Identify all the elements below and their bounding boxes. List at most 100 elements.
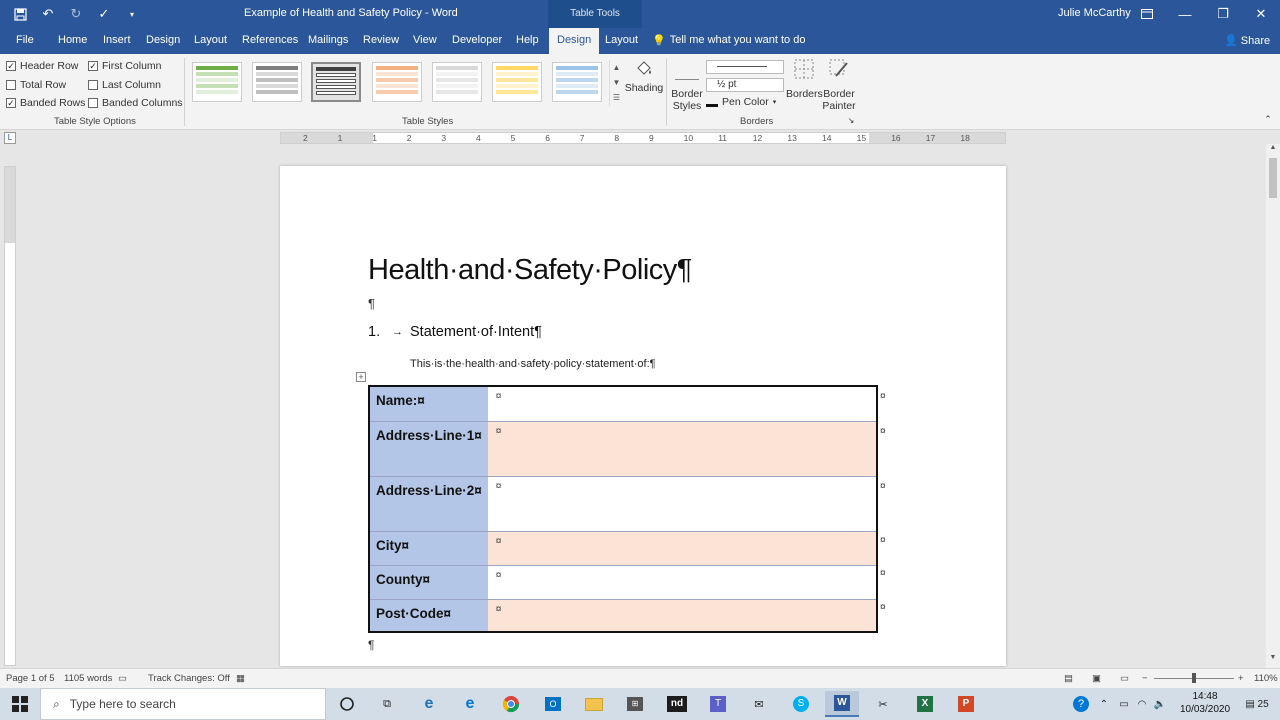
collapse-ribbon-icon[interactable]: ⌃ — [1262, 114, 1274, 125]
table-style-grid-selected[interactable] — [311, 62, 361, 102]
tab-layout[interactable]: Layout — [194, 28, 227, 54]
chevron-down-icon[interactable]: ▼ — [610, 75, 623, 90]
table-style-yellow[interactable] — [492, 62, 542, 102]
table-style-blue[interactable] — [552, 62, 602, 102]
web-layout-icon[interactable]: ▭ — [1120, 673, 1129, 684]
table-style-grid-gray[interactable] — [252, 62, 302, 102]
gallery-more-icon[interactable]: ☰ — [610, 90, 623, 105]
tab-table-layout[interactable]: Layout — [605, 28, 638, 54]
wifi-icon[interactable]: ◠ — [1134, 688, 1150, 720]
page-count[interactable]: Page 1 of 5 — [6, 673, 55, 684]
proofing-icon[interactable]: ▭ — [118, 673, 127, 684]
statement-paragraph[interactable]: This·is·the·health·and·safety·policy·sta… — [410, 358, 656, 370]
file-explorer-icon[interactable] — [577, 691, 611, 717]
tab-table-design[interactable]: Design — [549, 28, 600, 54]
battery-icon[interactable]: ▭ — [1116, 688, 1132, 720]
table-value-cell[interactable]: ¤ — [487, 421, 877, 477]
taskbar-clock[interactable]: 14:48 10/03/2020 — [1176, 690, 1234, 716]
task-view-icon[interactable]: ⧉ — [370, 691, 404, 717]
close-icon[interactable]: ✕ — [1242, 0, 1280, 28]
borders-button[interactable]: Borders — [786, 58, 823, 100]
zoom-slider-thumb[interactable] — [1192, 673, 1196, 683]
vertical-ruler[interactable] — [4, 166, 16, 666]
store-icon[interactable]: ⊞ — [618, 691, 652, 717]
spelling-check-icon[interactable]: ✓ — [94, 4, 114, 24]
table-style-light-gray[interactable] — [432, 62, 482, 102]
table-value-cell[interactable]: ¤ — [487, 531, 877, 566]
tab-view[interactable]: View — [413, 28, 437, 54]
banded-rows-checkbox[interactable]: ✓ Banded Rows — [6, 97, 85, 109]
outlook-icon[interactable]: O — [536, 691, 570, 717]
total-row-checkbox[interactable]: Total Row — [6, 79, 66, 91]
shading-button[interactable]: Shading — [624, 58, 664, 94]
first-column-checkbox[interactable]: ✓ First Column — [88, 60, 162, 72]
line-weight-dropdown[interactable]: ½ pt — [706, 78, 784, 92]
macro-icon[interactable]: ▦ — [236, 673, 245, 684]
internet-explorer-icon[interactable]: e — [412, 691, 446, 717]
undo-icon[interactable]: ↶ — [38, 4, 58, 24]
onenote-app-icon[interactable]: nd — [660, 691, 694, 717]
table-value-cell[interactable]: ¤ — [487, 386, 877, 422]
tab-home[interactable]: Home — [58, 28, 87, 54]
zoom-in-icon[interactable]: + — [1238, 673, 1244, 684]
print-layout-icon[interactable]: ▣ — [1092, 673, 1101, 684]
line-style-dropdown[interactable] — [706, 60, 784, 74]
table-move-handle-icon[interactable]: + — [356, 372, 366, 382]
scroll-thumb[interactable] — [1269, 158, 1277, 198]
excel-icon[interactable]: X — [908, 691, 942, 717]
table-label-cell[interactable]: Name:¤ — [369, 386, 488, 422]
tab-file[interactable]: File — [16, 28, 34, 54]
tab-review[interactable]: Review — [363, 28, 399, 54]
taskbar-search-box[interactable]: ⌕ Type here to search — [40, 688, 326, 720]
border-styles-button[interactable]: Border Styles — [670, 62, 704, 112]
mail-icon[interactable]: ✉ — [742, 691, 776, 717]
redo-icon[interactable]: ↻ — [66, 4, 86, 24]
chevron-up-icon[interactable]: ▲ — [610, 60, 623, 75]
tab-insert[interactable]: Insert — [103, 28, 131, 54]
scroll-down-icon[interactable]: ▼ — [1266, 654, 1280, 666]
borders-dialog-launcher-icon[interactable]: ↘ — [846, 116, 856, 125]
help-icon[interactable]: ? — [1070, 688, 1092, 720]
table-style-orange[interactable] — [372, 62, 422, 102]
skype-icon[interactable]: S — [784, 691, 818, 717]
zoom-level[interactable]: 110% — [1254, 673, 1278, 684]
banded-columns-checkbox[interactable]: Banded Columns — [88, 97, 183, 109]
chevron-up-icon[interactable]: ⌃ — [1096, 688, 1112, 720]
table-label-cell[interactable]: Address·Line·2¤ — [369, 476, 488, 532]
vertical-scrollbar[interactable]: ▲ ▼ — [1266, 144, 1280, 668]
document-page[interactable]: Health·and·Safety·Policy¶ ¶ 1. → Stateme… — [280, 166, 1006, 666]
teams-icon[interactable]: T — [701, 691, 735, 717]
save-icon[interactable] — [10, 4, 30, 24]
table-value-cell[interactable]: ¤ — [487, 565, 877, 600]
border-painter-button[interactable]: Border Painter — [822, 58, 856, 112]
minimize-icon[interactable]: — — [1166, 0, 1204, 28]
table-value-cell[interactable]: ¤ — [487, 599, 877, 633]
powerpoint-icon[interactable]: P — [949, 691, 983, 717]
tab-selector[interactable]: L — [4, 132, 16, 144]
scroll-up-icon[interactable]: ▲ — [1266, 144, 1280, 156]
tab-design[interactable]: Design — [146, 28, 180, 54]
numbered-list-item[interactable]: 1. → Statement·of·Intent¶ — [368, 324, 542, 340]
tab-help[interactable]: Help — [516, 28, 539, 54]
restore-icon[interactable]: ❐ — [1204, 0, 1242, 28]
table-label-cell[interactable]: City¤ — [369, 531, 488, 566]
table-value-cell[interactable]: ¤ — [487, 476, 877, 532]
read-mode-icon[interactable]: ▤ — [1064, 673, 1073, 684]
track-changes-status[interactable]: Track Changes: Off — [148, 673, 230, 684]
customize-qat-icon[interactable]: ▾ — [122, 4, 142, 24]
notifications-icon[interactable]: ▤ 25 — [1240, 688, 1274, 720]
share-button[interactable]: 👤 Share — [1224, 34, 1270, 47]
last-column-checkbox[interactable]: Last Column — [88, 79, 161, 91]
user-name[interactable]: Julie McCarthy — [1058, 7, 1131, 19]
chrome-icon[interactable] — [494, 691, 528, 717]
snipping-tool-icon[interactable]: ✂ — [866, 691, 900, 717]
tab-references[interactable]: References — [242, 28, 298, 54]
header-row-checkbox[interactable]: ✓ Header Row — [6, 60, 78, 72]
gallery-scroll[interactable]: ▲ ▼ ☰ — [609, 60, 623, 106]
zoom-out-icon[interactable]: − — [1142, 673, 1148, 684]
table-label-cell[interactable]: County¤ — [369, 565, 488, 600]
edge-icon[interactable]: e — [453, 691, 487, 717]
tab-mailings[interactable]: Mailings — [308, 28, 348, 54]
windows-start-icon[interactable] — [0, 688, 40, 720]
horizontal-ruler[interactable]: 2 1 1 2 3 4 5 6 7 8 9 10 11 12 13 14 15 16 17 18 — [280, 132, 1006, 144]
